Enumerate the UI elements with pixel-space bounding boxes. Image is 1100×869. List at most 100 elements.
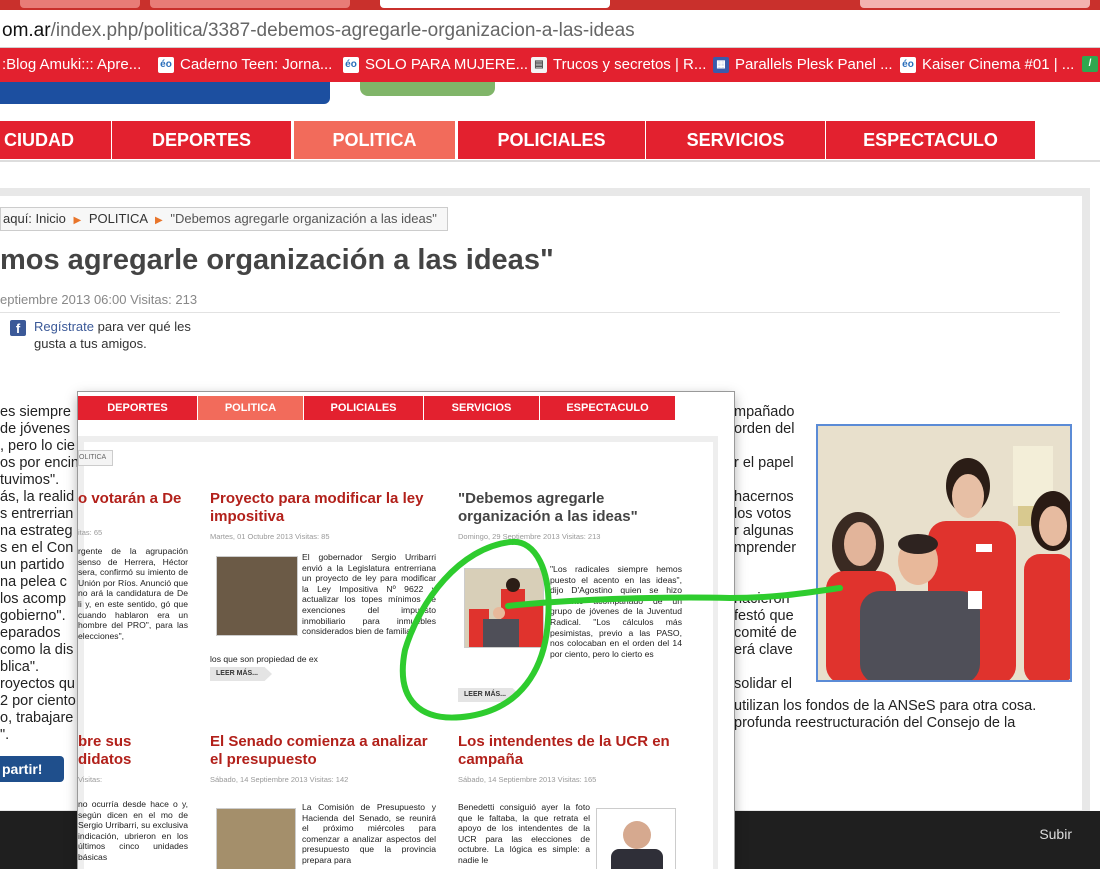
article-photo[interactable] — [816, 424, 1072, 682]
article-body-line: s entrerrian — [0, 506, 74, 522]
article-body: no ocurría desde hace o y, según dicen e… — [78, 799, 188, 862]
nav-policiales[interactable]: POLICIALES — [458, 121, 646, 159]
article-body-line: blica". — [0, 659, 39, 675]
article-thumbnail[interactable] — [216, 808, 296, 869]
thumbnail-image — [469, 578, 543, 647]
article-body-line: comité de — [734, 625, 797, 641]
article-body-line: mpañado — [734, 404, 795, 420]
inset-article-4: bre sus didatos Visitas: no ocurría desd… — [78, 733, 188, 863]
inset-nav-servicios[interactable]: SERVICIOS — [424, 396, 540, 420]
nav-espectaculo[interactable]: ESPECTACULO — [826, 121, 1036, 159]
bookmark-icon: / — [1082, 56, 1098, 72]
meta-divider — [0, 312, 1060, 313]
inset-nav-deportes[interactable]: DEPORTES — [78, 396, 198, 420]
article-body-line: ás, la realid — [0, 489, 75, 505]
eo-icon: éo — [158, 56, 174, 73]
article-meta: Visitas: — [78, 775, 103, 784]
read-more-button[interactable]: LEER MÁS... — [458, 688, 521, 702]
bookmark-item[interactable]: éo SOLO PARA MUJERE... — [343, 56, 528, 73]
article-body-line: hacernos — [734, 489, 794, 505]
bookmark-item[interactable]: ▦ Parallels Plesk Panel ... — [713, 56, 893, 73]
article-body-line: royectos qu — [0, 676, 75, 692]
article-body-line: de jóvenes — [0, 421, 71, 437]
article-body-line: profunda reestructuración del Consejo de… — [734, 715, 1016, 731]
back-to-top-link[interactable]: Subir — [1039, 826, 1072, 842]
nav-servicios[interactable]: SERVICIOS — [646, 121, 826, 159]
article-body-line: eparados — [0, 625, 61, 641]
inset-nav: DEPORTES POLITICA POLICIALES SERVICIOS E… — [78, 396, 678, 420]
article-body-line: como la dis — [0, 642, 74, 658]
article-body-line: ". — [0, 727, 10, 743]
bookmark-item[interactable]: éo Caderno Teen: Jorna... — [158, 56, 332, 73]
breadcrumb-section[interactable]: POLITICA — [89, 211, 148, 226]
article-thumbnail[interactable] — [216, 556, 298, 636]
facebook-icon: f — [10, 320, 26, 336]
breadcrumb-current: "Debemos agregarle organización a las id… — [170, 211, 437, 226]
article-thumbnail[interactable] — [464, 568, 544, 648]
bookmark-item[interactable]: / — [1082, 56, 1100, 72]
article-title[interactable]: El Senado comienza a analizar el presupu… — [210, 733, 435, 769]
article-body-left: es siempre de jóvenes, pero lo cie os por … — [0, 404, 80, 744]
bookmark-item[interactable]: ▤ Trucos y secretos | R... — [531, 56, 706, 73]
article-body-line: los acomp — [0, 591, 67, 607]
article-title[interactable]: o votarán a De — [78, 490, 188, 508]
article-body-line — [734, 557, 816, 574]
share-button[interactable]: partir! — [0, 756, 64, 782]
article-title[interactable]: Los intendentes de la UCR en campaña — [458, 733, 684, 769]
inset-article-5: El Senado comienza a analizar el presupu… — [210, 733, 435, 785]
article-thumbnail[interactable] — [596, 808, 676, 869]
article-title[interactable]: Proyecto para modificar la ley impositiv… — [210, 490, 435, 526]
bookmark-label: Caderno Teen: Jorna... — [180, 56, 333, 73]
browser-tab-active[interactable] — [380, 0, 610, 8]
article-body-line — [734, 438, 816, 455]
site-logo[interactable] — [0, 82, 330, 104]
article-body-line: erá clave — [734, 642, 793, 658]
article-body-line: na estrateg — [0, 523, 73, 539]
main-nav: CIUDAD DEPORTES POLITICA POLICIALES SERV… — [0, 121, 1100, 161]
url-text[interactable]: om.ar/index.php/politica/3387-debemos-ag… — [2, 20, 635, 42]
article-body-line: festó que — [734, 608, 794, 624]
nav-politica[interactable]: POLITICA — [294, 121, 456, 159]
eo-icon: éo — [343, 56, 359, 73]
article-body-tail: los que son propiedad de ex — [210, 654, 318, 664]
article-body-line: solidar el — [734, 676, 793, 692]
article-body-line: s en el Con — [0, 540, 74, 556]
article-body-line — [734, 472, 816, 489]
inset-nav-politica[interactable]: POLITICA — [198, 396, 304, 420]
article-body-line: gobierno". — [0, 608, 66, 624]
inset-article-3: "Debemos agregarle organización a las id… — [458, 490, 684, 542]
browser-tabstrip — [0, 0, 1100, 10]
address-bar[interactable]: om.ar/index.php/politica/3387-debemos-ag… — [0, 10, 1100, 48]
article-body: Benedetti consiguió ayer la foto que le … — [458, 802, 590, 865]
facebook-widget: f Regístrate para ver qué les gusta a tu… — [0, 318, 200, 356]
article-body-line: mprender — [734, 540, 797, 556]
grid-icon: ▦ — [713, 56, 729, 73]
browser-tab[interactable] — [150, 0, 350, 8]
nav-ciudad[interactable]: CIUDAD — [0, 121, 112, 159]
inset-nav-policiales[interactable]: POLICIALES — [304, 396, 424, 420]
article-meta: Sábado, 14 Septiembre 2013 Visitas: 165 — [458, 775, 597, 784]
browser-tab[interactable] — [20, 0, 140, 8]
article-body-line: na pelea c — [0, 574, 67, 590]
bookmark-item[interactable]: éo Kaiser Cinema #01 | ... — [900, 56, 1074, 73]
bookmark-item[interactable]: :Blog Amuki::: Apre... — [2, 56, 141, 73]
inset-breadcrumb: OLITICA — [78, 450, 114, 466]
article-title[interactable]: bre sus didatos — [78, 733, 188, 769]
url-path: /index.php/politica/3387-debemos-agregar… — [50, 20, 635, 41]
bookmark-label: :Blog Amuki::: Apre... — [2, 56, 142, 73]
article-body-line: 2 por ciento — [0, 693, 76, 709]
facebook-register-link[interactable]: Regístrate — [34, 319, 94, 334]
thumbnail-image — [597, 809, 675, 869]
inset-nav-espectaculo[interactable]: ESPECTACULO — [540, 396, 676, 420]
document-icon: ▤ — [531, 56, 547, 73]
article-title[interactable]: "Debemos agregarle organización a las id… — [458, 490, 684, 526]
nav-deportes[interactable]: DEPORTES — [112, 121, 292, 159]
inset-article-2: Proyecto para modificar la ley impositiv… — [210, 490, 435, 542]
article-body-line: tuvimos". — [0, 472, 60, 488]
read-more-button[interactable]: LEER MÁS... — [210, 667, 273, 681]
bookmark-label: Kaiser Cinema #01 | ... — [922, 56, 1075, 73]
article-body: El gobernador Sergio Urribarri envió a l… — [302, 552, 436, 637]
article-body-line: utilizan los fondos de la ANSeS para otr… — [734, 698, 1037, 714]
browser-tab[interactable] — [860, 0, 1090, 8]
breadcrumb-home[interactable]: Inicio — [36, 211, 66, 226]
